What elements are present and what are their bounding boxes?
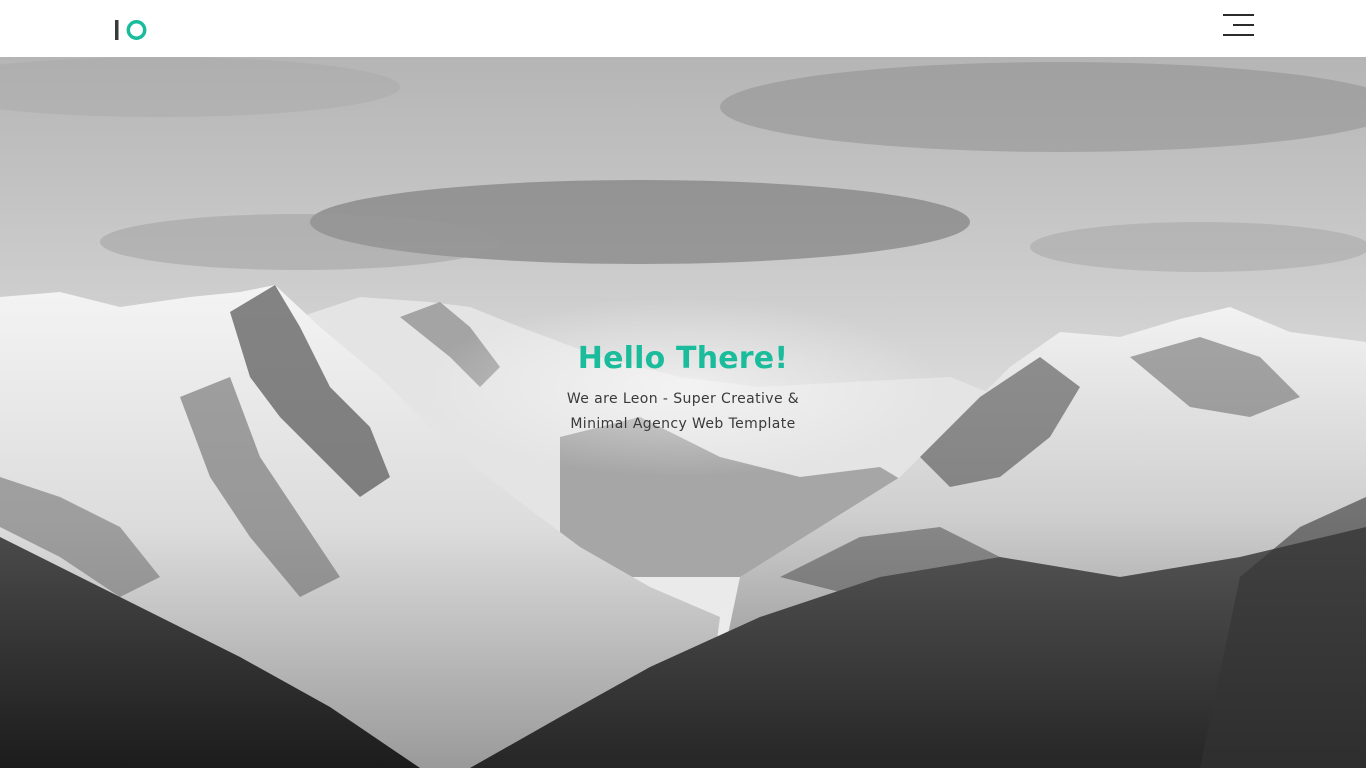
menu-toggle-button[interactable] (1222, 14, 1254, 36)
site-header (0, 0, 1366, 57)
hero-content: Hello There! We are Leon - Super Creativ… (0, 339, 1366, 437)
hamburger-line-middle (1233, 24, 1254, 26)
logo[interactable] (115, 18, 149, 41)
logo-mark-icon (115, 20, 147, 40)
hamburger-line-bottom (1223, 34, 1254, 36)
hamburger-line-top (1223, 14, 1254, 16)
hero-subtitle: We are Leon - Super Creative & Minimal A… (566, 391, 800, 432)
hero-title: Hello There! (577, 341, 789, 376)
hero-section: Hello There! We are Leon - Super Creativ… (0, 57, 1366, 768)
